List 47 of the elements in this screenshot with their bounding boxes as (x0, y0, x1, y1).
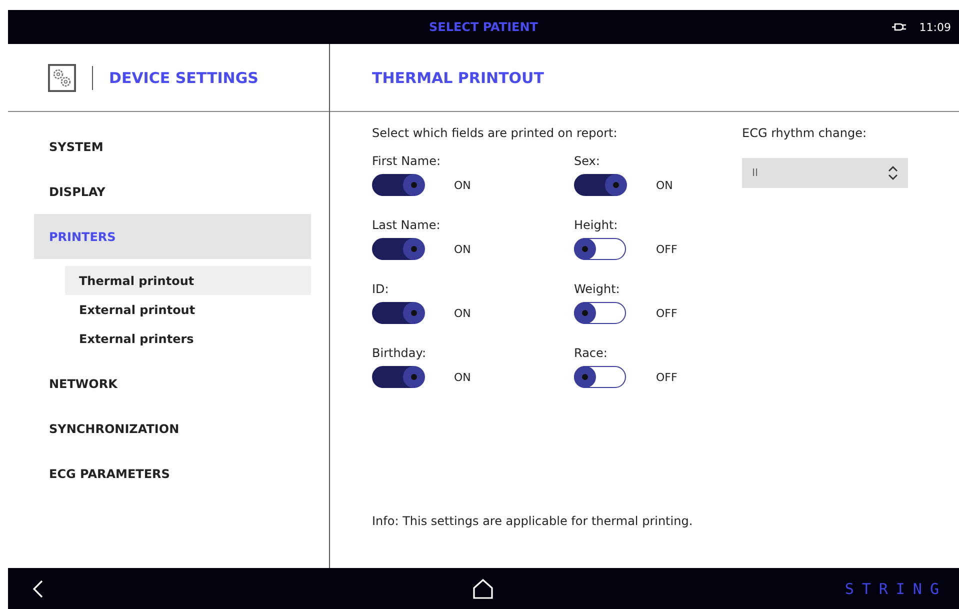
field-label: Birthday: (372, 346, 428, 360)
toggle-state: ON (454, 370, 471, 384)
toggle-switch[interactable] (372, 366, 424, 388)
nav-item[interactable]: ECG PARAMETERS (34, 451, 311, 496)
nav-subitem[interactable]: External printers (65, 324, 311, 353)
toggle-state: ON (454, 242, 471, 256)
field-label: First Name: (372, 154, 442, 168)
nav-subitem[interactable]: External printout (65, 295, 311, 324)
field-label: Race: (574, 346, 608, 360)
toggle-state: OFF (656, 370, 678, 384)
field-label: Last Name: (372, 218, 442, 232)
back-icon[interactable] (32, 578, 44, 598)
toggle-switch[interactable] (574, 302, 626, 324)
nav-subitem[interactable]: Thermal printout (65, 266, 311, 295)
gears-icon (48, 64, 76, 92)
toggle-switch[interactable] (372, 302, 424, 324)
clock-time: 11:09 (919, 20, 951, 34)
sidebar-title: DEVICE SETTINGS (109, 68, 258, 86)
toggle-state: ON (454, 306, 471, 320)
nav-item[interactable]: PRINTERS (34, 214, 311, 259)
toggle-switch[interactable] (574, 366, 626, 388)
chevron-up-down-icon (888, 166, 898, 180)
field-label: Weight: (574, 282, 621, 296)
nav-item[interactable]: SYNCHRONIZATION (34, 406, 311, 451)
nav-item[interactable]: SYSTEM (34, 124, 311, 169)
rhythm-label: ECG rhythm change: (742, 126, 868, 140)
page-title: THERMAL PRINTOUT (372, 68, 544, 86)
info-text: Info: This settings are applicable for thermal printing. (372, 514, 693, 528)
field-label: Height: (574, 218, 619, 232)
field-label: Sex: (574, 154, 601, 168)
toggle-state: OFF (656, 306, 678, 320)
toggle-switch[interactable] (574, 238, 626, 260)
home-icon[interactable] (472, 578, 494, 600)
toggle-state: OFF (656, 242, 678, 256)
field-label: ID: (372, 282, 390, 296)
toggle-switch[interactable] (574, 174, 626, 196)
toggle-switch[interactable] (372, 174, 424, 196)
nav-item[interactable]: DISPLAY (34, 169, 311, 214)
brand-logo: STRING (844, 580, 947, 598)
screen-title[interactable]: SELECT PATIENT (429, 20, 538, 34)
toggle-state: ON (454, 178, 471, 192)
plug-icon (891, 21, 908, 33)
toggle-state: ON (656, 178, 673, 192)
toggle-switch[interactable] (372, 238, 424, 260)
rhythm-select[interactable]: II (742, 158, 908, 188)
intro-text: Select which fields are printed on report: (372, 126, 618, 140)
nav-item[interactable]: NETWORK (34, 361, 311, 406)
